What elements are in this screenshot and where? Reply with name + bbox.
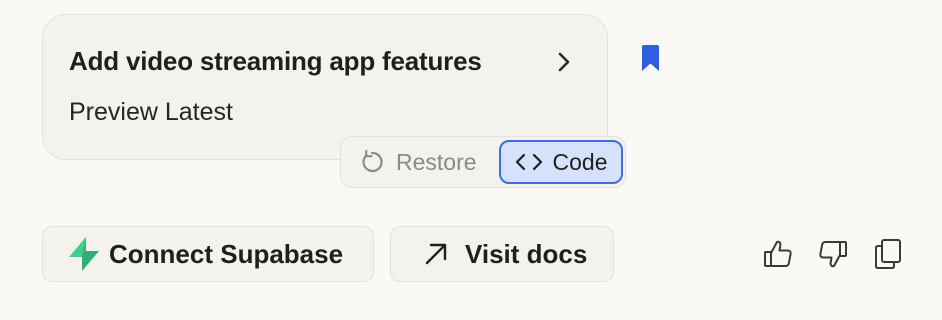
code-button[interactable]: Code	[499, 140, 623, 184]
visit-docs-button[interactable]: Visit docs	[390, 226, 614, 282]
supabase-logo	[69, 237, 99, 271]
arrow-up-right-icon	[425, 243, 447, 265]
restore-label: Restore	[396, 148, 477, 175]
card-title: Add video streaming app features	[69, 46, 482, 76]
thumbs-up-icon[interactable]	[762, 238, 794, 270]
code-icon	[515, 153, 542, 171]
connect-supabase-label: Connect Supabase	[109, 238, 344, 269]
bookmark-icon[interactable]	[640, 45, 661, 72]
copy-icon[interactable]	[873, 238, 903, 270]
restore-icon	[362, 149, 383, 173]
connect-supabase-button[interactable]: Connect Supabase	[42, 226, 374, 282]
chevron-right-icon	[558, 52, 570, 72]
restore-button[interactable]: Restore	[351, 143, 485, 181]
visit-docs-label: Visit docs	[465, 238, 588, 269]
thumbs-down-icon[interactable]	[817, 238, 849, 270]
code-label: Code	[552, 148, 608, 175]
version-toolbar: Restore Code	[340, 136, 626, 188]
card-subtitle: Preview Latest	[69, 98, 233, 126]
